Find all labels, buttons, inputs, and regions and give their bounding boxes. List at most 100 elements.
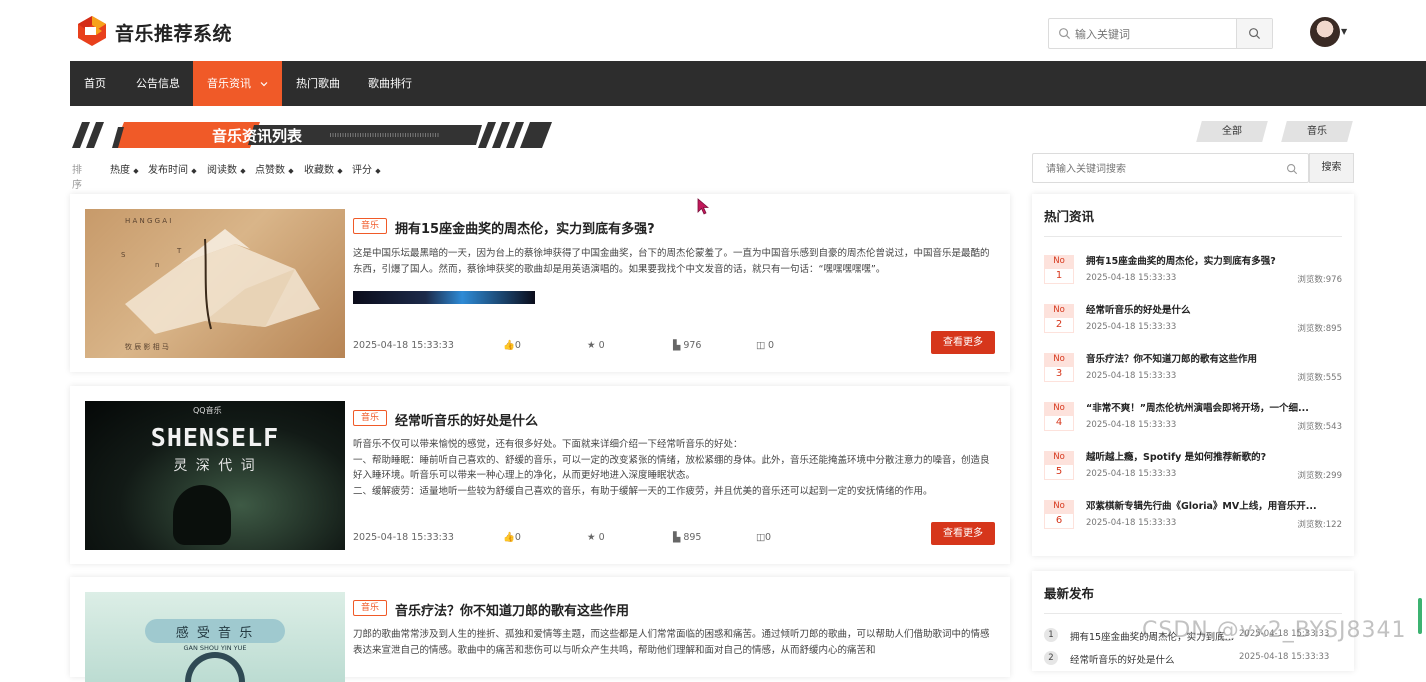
thumb-headline: SHENSELF [150, 423, 280, 452]
album-art-image: H A N G G A I S Tn 牧 辰 影 相 马 [121, 217, 320, 351]
hot-news-item[interactable]: No 4 “非常不爽！”周杰伦杭州演唱会即将开场，一个细... 2025-04-1… [1032, 399, 1354, 445]
article-title[interactable]: 拥有15座金曲奖的周杰伦，实力到底有多强? [395, 218, 655, 237]
sort-favorites[interactable]: 收藏数 ◆ [304, 161, 343, 176]
caret-down-icon[interactable]: ▼ [1341, 27, 1347, 36]
rank-badge: No 6 [1044, 500, 1074, 529]
views-count: 976 [683, 340, 702, 351]
section-title-banner [72, 122, 552, 148]
article-favorites[interactable]: ★ 0 [587, 340, 605, 351]
article-likes[interactable]: 👍0 [503, 532, 521, 543]
thumbs-up-icon: 👍 [503, 532, 515, 543]
hot-news-item[interactable]: No 3 音乐疗法？你不知道刀郎的歌有这些作用 2025-04-18 15:33:… [1032, 350, 1354, 396]
sort-rating[interactable]: 评分 ◆ [352, 161, 381, 176]
article-thumbnail[interactable]: H A N G G A I S Tn 牧 辰 影 相 马 [85, 209, 345, 358]
sort-item-label: 评分 [352, 165, 372, 176]
nav-label: 音乐资讯 [207, 77, 251, 90]
hot-news-item[interactable]: No 5 越听越上瘾，Spotify 是如何推荐新歌的? 2025-04-18 1… [1032, 448, 1354, 494]
hot-news-item-title[interactable]: 邓紫棋新专辑先行曲《Gloria》MV上线，用音乐开... [1086, 498, 1342, 512]
article-tag[interactable]: 音乐 [353, 410, 387, 426]
side-search: 搜索 [1032, 153, 1354, 183]
article-tag[interactable]: 音乐 [353, 218, 387, 234]
hot-news-item-title[interactable]: 经常听音乐的好处是什么 [1086, 302, 1342, 316]
hot-news-item-title[interactable]: “非常不爽！”周杰伦杭州演唱会即将开场，一个细... [1086, 400, 1342, 414]
divider [1044, 613, 1342, 614]
logo-icon[interactable] [76, 15, 108, 47]
header-search [1048, 18, 1273, 49]
user-avatar[interactable] [1310, 17, 1340, 47]
rank-number: 1 [1044, 268, 1074, 284]
view-more-button[interactable]: 查看更多 [931, 522, 995, 545]
sort-likes[interactable]: 点赞数 ◆ [255, 161, 294, 176]
rank-badge: No 5 [1044, 451, 1074, 480]
views-icon: ▙ [673, 340, 681, 351]
article-comments[interactable]: ◫ 0 [756, 340, 774, 351]
article-favorites[interactable]: ★ 0 [587, 532, 605, 543]
hot-news-item-date: 2025-04-18 15:33:33 [1086, 273, 1177, 283]
hot-news-item-date: 2025-04-18 15:33:33 [1086, 518, 1177, 528]
hot-news-item-title[interactable]: 越听越上瘾，Spotify 是如何推荐新歌的? [1086, 449, 1342, 463]
nav-item-news[interactable]: 音乐资讯 [193, 61, 282, 106]
filter-music-button[interactable]: 音乐 [1281, 121, 1353, 142]
hot-news-item[interactable]: No 6 邓紫棋新专辑先行曲《Gloria》MV上线，用音乐开... 2025-0… [1032, 497, 1354, 543]
views-count: 543 [1325, 422, 1342, 432]
hot-news-item-title[interactable]: 音乐疗法？你不知道刀郎的歌有这些作用 [1086, 351, 1342, 365]
article-likes[interactable]: 👍0 [503, 340, 521, 351]
views-label: 浏览数: [1297, 422, 1326, 432]
latest-news-item-title[interactable]: 经常听音乐的好处是什么 [1070, 652, 1235, 666]
nav-item-song-ranking[interactable]: 歌曲排行 [368, 61, 412, 106]
article-title[interactable]: 音乐疗法？你不知道刀郎的歌有这些作用 [395, 600, 629, 619]
latest-news-title: 最新发布 [1044, 586, 1095, 601]
rank-no-label: No [1044, 451, 1074, 464]
view-more-button[interactable]: 查看更多 [931, 331, 995, 354]
mouse-cursor-icon [697, 198, 709, 215]
article-date: 2025-04-18 15:33:33 [353, 340, 454, 351]
nav-item-home[interactable]: 首页 [84, 61, 106, 106]
article-views: ▙ 895 [673, 532, 701, 543]
header-search-input[interactable] [1073, 23, 1233, 45]
sort-heat[interactable]: 热度 ◆ [110, 161, 139, 176]
nav-label: 热门歌曲 [296, 77, 340, 90]
rank-number: 2 [1044, 317, 1074, 333]
hot-news-item-title[interactable]: 拥有15座金曲奖的周杰伦，实力到底有多强? [1086, 253, 1342, 267]
filter-label: 全部 [1222, 126, 1242, 137]
article-comments[interactable]: ◫0 [756, 532, 771, 543]
article-card: 感 受 音 乐 GAN SHOU YIN YUE 音乐 音乐疗法？你不知道刀郎的… [70, 577, 1010, 682]
site-title[interactable]: 音乐推荐系统 [115, 19, 232, 46]
side-search-button[interactable]: 搜索 [1309, 153, 1354, 183]
views-icon: ▙ [673, 532, 681, 543]
scrollbar-thumb[interactable] [1418, 598, 1422, 634]
search-icon [1286, 163, 1298, 175]
rank-badge: No 4 [1044, 402, 1074, 431]
views-count: 976 [1325, 275, 1342, 285]
sort-publish-time[interactable]: 发布时间 ◆ [148, 161, 197, 176]
article-tag[interactable]: 音乐 [353, 600, 387, 616]
filter-label: 音乐 [1307, 126, 1327, 137]
hot-news-item-views: 浏览数:543 [1297, 420, 1342, 432]
nav-label: 公告信息 [136, 77, 180, 90]
filter-all-button[interactable]: 全部 [1196, 121, 1268, 142]
header-search-button[interactable] [1236, 19, 1272, 48]
sort-arrows-icon: ◆ [191, 167, 197, 175]
sort-item-label: 发布时间 [148, 165, 188, 176]
rank-badge: No 2 [1044, 304, 1074, 333]
rank-badge: No 3 [1044, 353, 1074, 382]
side-search-input[interactable] [1044, 159, 1274, 179]
views-count: 299 [1325, 471, 1342, 481]
sort-reads[interactable]: 阅读数 ◆ [207, 161, 246, 176]
favorites-count: 0 [598, 340, 605, 351]
comments-count: 0 [764, 532, 772, 543]
svg-text:S: S [121, 251, 126, 259]
article-thumbnail[interactable]: 感 受 音 乐 GAN SHOU YIN YUE [85, 592, 345, 682]
hot-news-item[interactable]: No 1 拥有15座金曲奖的周杰伦，实力到底有多强? 2025-04-18 15:… [1032, 252, 1354, 298]
latest-news-item[interactable]: 2 经常听音乐的好处是什么 2025-04-18 15:33:33 [1044, 651, 1344, 667]
article-inline-image [353, 291, 535, 304]
nav-item-hot-songs[interactable]: 热门歌曲 [296, 61, 340, 106]
svg-text:n: n [155, 261, 159, 269]
rank-no-label: No [1044, 353, 1074, 366]
article-thumbnail[interactable]: QQ音乐 SHENSELF 灵 深 代 词 [85, 401, 345, 550]
article-title[interactable]: 经常听音乐的好处是什么 [395, 410, 538, 429]
nav-item-notice[interactable]: 公告信息 [136, 61, 180, 106]
rank-no-label: No [1044, 402, 1074, 415]
hot-news-item[interactable]: No 2 经常听音乐的好处是什么 2025-04-18 15:33:33 浏览数:… [1032, 301, 1354, 347]
favorites-count: 0 [598, 532, 605, 543]
